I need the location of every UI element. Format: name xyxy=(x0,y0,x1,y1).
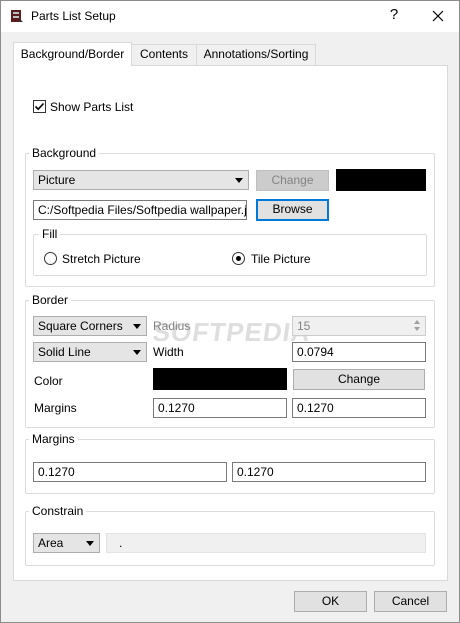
tab-annotations-sorting[interactable]: Annotations/Sorting xyxy=(196,44,316,65)
title-bar: Parts List Setup ? xyxy=(1,1,459,32)
cancel-button[interactable]: Cancel xyxy=(374,591,447,612)
tab-contents[interactable]: Contents xyxy=(131,44,197,65)
show-parts-list-checkbox[interactable] xyxy=(33,100,46,113)
fill-group-title: Fill xyxy=(39,227,61,241)
border-margin-field-1[interactable]: 0.1270 xyxy=(153,398,287,418)
corners-value: Square Corners xyxy=(38,319,123,333)
border-margins-label: Margins xyxy=(34,401,77,415)
chevron-down-icon xyxy=(235,178,243,183)
margins-field-1[interactable]: 0.1270 xyxy=(33,462,227,482)
close-button[interactable] xyxy=(421,4,455,28)
stretch-picture-radio[interactable] xyxy=(44,252,57,265)
spin-arrows-icon[interactable] xyxy=(411,317,424,335)
show-parts-list-label[interactable]: Show Parts List xyxy=(50,100,133,114)
tab-background-border[interactable]: Background/Border xyxy=(13,42,132,66)
tile-picture-label[interactable]: Tile Picture xyxy=(251,252,311,266)
width-label: Width xyxy=(153,345,184,359)
checkmark-icon xyxy=(34,102,45,111)
chevron-down-icon xyxy=(86,541,94,546)
radius-value: 15 xyxy=(297,319,311,333)
margins-field-2[interactable]: 0.1270 xyxy=(232,462,426,482)
background-type-select[interactable]: Picture xyxy=(33,170,249,190)
background-path-field[interactable]: C:/Softpedia Files/Softpedia wallpaper.j… xyxy=(33,200,247,220)
help-button[interactable]: ? xyxy=(384,6,404,23)
background-change-button[interactable]: Change xyxy=(256,170,329,191)
background-group-title: Background xyxy=(29,146,100,160)
chevron-down-icon xyxy=(133,324,141,329)
app-icon xyxy=(11,10,23,22)
border-width-field[interactable]: 0.0794 xyxy=(292,342,426,362)
close-icon xyxy=(432,10,444,22)
ok-button[interactable]: OK xyxy=(294,591,367,612)
constrain-mode-value: Area xyxy=(38,536,64,550)
tile-picture-radio[interactable] xyxy=(232,252,245,265)
line-style-value: Solid Line xyxy=(38,345,91,359)
window-title: Parts List Setup xyxy=(31,9,116,23)
constrain-value-field[interactable]: . xyxy=(106,533,426,553)
radio-selected-dot xyxy=(236,256,241,261)
border-color-swatch[interactable] xyxy=(153,368,287,390)
border-color-label: Color xyxy=(34,374,63,388)
radius-spinbox[interactable]: 15 xyxy=(292,316,426,336)
chevron-down-icon xyxy=(133,350,141,355)
constrain-mode-select[interactable]: Area xyxy=(33,533,100,553)
margins-group-title: Margins xyxy=(29,432,78,446)
background-type-value: Picture xyxy=(38,173,76,187)
border-group-title: Border xyxy=(29,293,72,307)
border-margin-field-2[interactable]: 0.1270 xyxy=(292,398,426,418)
radius-label: Radius xyxy=(153,319,191,333)
line-style-select[interactable]: Solid Line xyxy=(33,342,147,362)
constrain-group-title: Constrain xyxy=(29,504,87,518)
browse-button[interactable]: Browse xyxy=(256,199,329,221)
background-color-swatch[interactable] xyxy=(336,169,426,191)
stretch-picture-label[interactable]: Stretch Picture xyxy=(62,252,141,266)
border-change-button[interactable]: Change xyxy=(293,369,425,390)
corners-select[interactable]: Square Corners xyxy=(33,316,147,336)
parts-list-setup-dialog: Parts List Setup ? Background/Border Con… xyxy=(0,0,460,623)
